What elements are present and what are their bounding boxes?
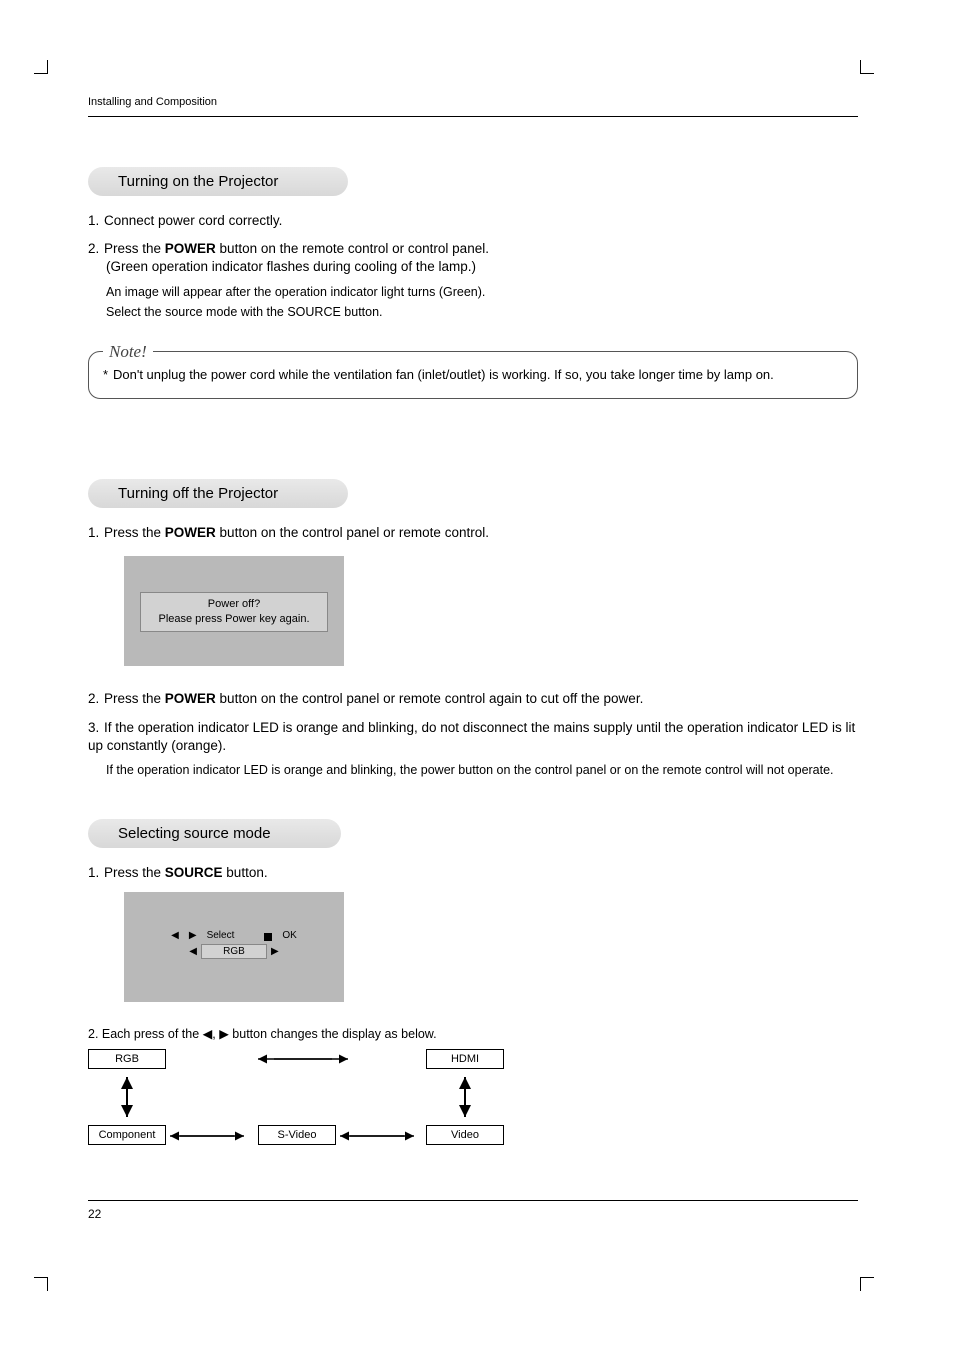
crop-mark-bl	[34, 1277, 48, 1291]
page-number: 22	[88, 1200, 858, 1221]
s1-step2-note1: An image will appear after the operation…	[106, 283, 858, 301]
poweroff-dialog-inner: Power off? Please press Power key again.	[140, 592, 328, 632]
s2-step3-sub: If the operation indicator LED is orange…	[106, 761, 858, 779]
source-dialog: ◀ ▶ Select OK ◀ RGB ▶	[124, 892, 344, 1002]
s3-step1: 1.Press the SOURCE button.	[88, 864, 858, 882]
ok-label: OK	[282, 930, 296, 941]
source-cycle-diagram: RGB HDMI Component S-Video Video	[88, 1049, 548, 1149]
s2-step3: 3.If the operation indicator LED is oran…	[88, 719, 858, 780]
s1-step2-pre: Press the	[104, 241, 165, 256]
crop-mark-br	[860, 1277, 874, 1291]
ok-square-icon	[264, 933, 272, 941]
s1-step1: 1.Connect power cord correctly.	[88, 212, 858, 230]
dialog-line2: Please press Power key again.	[143, 612, 325, 627]
s1-step1-text: Connect power cord correctly.	[104, 213, 282, 228]
chip-right-icon: ▶	[271, 946, 279, 957]
s1-step2-sub: (Green operation indicator flashes durin…	[106, 258, 858, 276]
s3-step2: 2. Each press of the ◀, ▶ button changes…	[88, 1026, 858, 1041]
s3-step1-pre: Press the	[104, 865, 165, 880]
s3-step1-bold: SOURCE	[165, 865, 223, 880]
s2-step2-pre: Press the	[104, 691, 165, 706]
s2-step2-bold: POWER	[165, 691, 216, 706]
right-arrow-icon: ▶	[189, 930, 197, 941]
s2-step1-bold: POWER	[165, 525, 216, 540]
s2-step2: 2.Press the POWER button on the control …	[88, 690, 858, 708]
note-text: Don't unplug the power cord while the ve…	[113, 366, 839, 384]
crop-mark-tr	[860, 60, 874, 74]
s3-step1-post: button.	[223, 865, 268, 880]
s2-step2-post: button on the control panel or remote co…	[216, 691, 644, 706]
select-label: Select	[207, 930, 235, 941]
section-heading-turning-off: Turning off the Projector	[88, 479, 348, 508]
cycle-arrows	[88, 1049, 548, 1149]
s2-step1-pre: Press the	[104, 525, 165, 540]
s2-step1-post: button on the control panel or remote co…	[216, 525, 489, 540]
source-dialog-inner: ◀ ▶ Select OK ◀ RGB ▶	[168, 930, 300, 959]
s1-step2-post: button on the remote control or control …	[216, 241, 489, 256]
section-heading-turning-on: Turning on the Projector	[88, 167, 348, 196]
s1-step2-bold: POWER	[165, 241, 216, 256]
note-box: Note! Don't unplug the power cord while …	[88, 351, 858, 399]
crop-mark-tl	[34, 60, 48, 74]
s2-step3-text: If the operation indicator LED is orange…	[88, 720, 855, 753]
left-arrow-icon: ◀	[171, 930, 179, 941]
chip-left-icon: ◀	[189, 946, 197, 957]
s1-step2-note2: Select the source mode with the SOURCE b…	[106, 303, 858, 321]
poweroff-dialog: Power off? Please press Power key again.	[124, 556, 344, 666]
s1-step2: 2.Press the POWER button on the remote c…	[88, 240, 858, 321]
source-chip: RGB	[201, 944, 267, 959]
running-head: Installing and Composition	[88, 96, 858, 117]
s2-step1: 1.Press the POWER button on the control …	[88, 524, 858, 542]
section-heading-source-mode: Selecting source mode	[88, 819, 341, 848]
note-label: Note!	[103, 340, 153, 364]
page-content: Installing and Composition Turning on th…	[88, 96, 858, 1149]
dialog-line1: Power off?	[143, 597, 325, 612]
